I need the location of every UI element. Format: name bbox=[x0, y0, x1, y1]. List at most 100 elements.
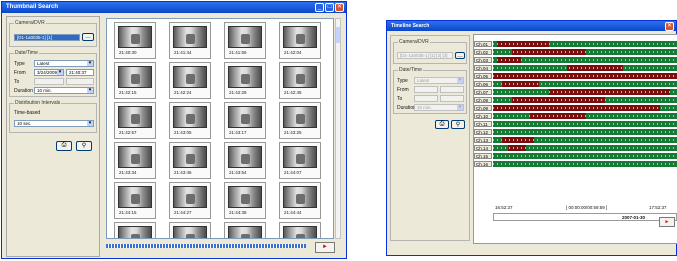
thumbnail-item[interactable] bbox=[224, 222, 266, 238]
scrollbar-thumb[interactable] bbox=[336, 27, 340, 43]
channel-recording-bar[interactable] bbox=[493, 137, 677, 143]
thumbnail-item[interactable]: 21:42:24 bbox=[169, 62, 211, 99]
to-label-2: To bbox=[397, 96, 403, 102]
thumbnail-item[interactable]: 21:44:38 bbox=[224, 182, 266, 219]
thumbnail-item[interactable]: 21:43:17 bbox=[224, 102, 266, 139]
thumbnail-item[interactable] bbox=[279, 222, 321, 238]
channel-recording-bar[interactable] bbox=[493, 97, 677, 103]
thumbnail-item[interactable]: 21:43:25 bbox=[279, 102, 321, 139]
interval-select[interactable]: 10 sec. bbox=[14, 120, 94, 127]
thumbnail-item[interactable]: 21:41:55 bbox=[224, 22, 266, 59]
to-date-2[interactable] bbox=[414, 95, 438, 102]
thumbnail-image bbox=[228, 226, 262, 238]
channel-row[interactable]: Ch.14 bbox=[474, 145, 677, 152]
channel-recording-bar[interactable] bbox=[493, 161, 677, 167]
thumbnail-item[interactable]: 21:41:44 bbox=[169, 22, 211, 59]
motion-markers bbox=[493, 83, 677, 85]
thumbnail-timestamp: 21:42:28 bbox=[229, 90, 247, 95]
from-date-2[interactable] bbox=[414, 86, 438, 93]
duration-select-2[interactable]: 10 min. bbox=[414, 104, 464, 111]
channel-recording-bar[interactable] bbox=[493, 49, 677, 55]
thumbnail-item[interactable]: 21:40:30 bbox=[114, 22, 156, 59]
channel-recording-bar[interactable] bbox=[493, 121, 677, 127]
channel-recording-bar[interactable] bbox=[493, 41, 677, 47]
export-button[interactable]: ⎙ bbox=[56, 141, 72, 151]
channel-row[interactable]: Ch.12 bbox=[474, 129, 677, 136]
maximize-button[interactable]: □ bbox=[325, 3, 334, 12]
thumbnail-item[interactable]: 21:43:54 bbox=[224, 142, 266, 179]
thumbnail-image bbox=[283, 66, 317, 88]
thumbnail-item[interactable]: 21:42:57 bbox=[114, 102, 156, 139]
motion-markers bbox=[493, 59, 677, 61]
channel-row[interactable]: Ch.06 bbox=[474, 81, 677, 88]
thumbnail-item[interactable]: 21:44:15 bbox=[114, 182, 156, 219]
minimize-button[interactable]: _ bbox=[315, 3, 324, 12]
channel-row[interactable]: Ch.11 bbox=[474, 121, 677, 128]
thumbnail-item[interactable]: 21:43:46 bbox=[169, 142, 211, 179]
thumbnail-image bbox=[118, 26, 152, 48]
thumbnail-item[interactable] bbox=[114, 222, 156, 238]
channel-recording-bar[interactable] bbox=[493, 145, 677, 151]
channel-row[interactable]: Ch.07 bbox=[474, 89, 677, 96]
thumbnail-scrollbar[interactable] bbox=[335, 18, 341, 239]
channel-row[interactable]: Ch.03 bbox=[474, 57, 677, 64]
channel-row[interactable]: Ch.10 bbox=[474, 113, 677, 120]
play-button[interactable]: ► bbox=[315, 242, 335, 253]
thumbnail-item[interactable]: 21:44:07 bbox=[279, 142, 321, 179]
type-select[interactable]: Latest bbox=[34, 60, 94, 67]
to-time-2[interactable] bbox=[440, 95, 464, 102]
channel-recording-bar[interactable] bbox=[493, 73, 677, 79]
channel-row[interactable]: Ch.02 bbox=[474, 49, 677, 56]
channel-label: Ch.15 bbox=[474, 153, 492, 159]
duration-select[interactable]: 10 min. bbox=[34, 87, 94, 94]
channel-row[interactable]: Ch.08 bbox=[474, 97, 677, 104]
thumbnail-item[interactable]: 21:42:28 bbox=[224, 62, 266, 99]
channel-recording-bar[interactable] bbox=[493, 105, 677, 111]
channel-recording-bar[interactable] bbox=[493, 153, 677, 159]
thumbnail-image bbox=[118, 146, 152, 168]
channel-row[interactable]: Ch.15 bbox=[474, 153, 677, 160]
channel-row[interactable]: Ch.01 bbox=[474, 41, 677, 48]
channel-label: Ch.05 bbox=[474, 73, 492, 79]
thumbnail-item[interactable] bbox=[169, 222, 211, 238]
channel-recording-bar[interactable] bbox=[493, 65, 677, 71]
channel-row[interactable]: Ch.13 bbox=[474, 137, 677, 144]
channel-row[interactable]: Ch.04 bbox=[474, 65, 677, 72]
thumbnail-item[interactable]: 21:43:05 bbox=[169, 102, 211, 139]
close-button-2[interactable]: ✕ bbox=[665, 22, 674, 31]
camera-browse-button-2[interactable]: … bbox=[455, 52, 465, 59]
type-select-2[interactable]: Latest bbox=[414, 77, 464, 84]
thumbnail-item[interactable]: 21:42:04 bbox=[279, 22, 321, 59]
thumbnail-item[interactable]: 21:42:45 bbox=[279, 62, 321, 99]
from-time[interactable]: 21:40:37 bbox=[66, 69, 94, 76]
thumbnail-item[interactable]: 21:44:27 bbox=[169, 182, 211, 219]
camera-select[interactable]: [D1-1a0035-1] [1] bbox=[14, 34, 80, 41]
channel-recording-bar[interactable] bbox=[493, 129, 677, 135]
channel-row[interactable]: Ch.05 bbox=[474, 73, 677, 80]
timeline-slider[interactable] bbox=[493, 213, 677, 221]
camera-select-2[interactable]: [D1-1a0035-1] [1] [2] [3] bbox=[397, 52, 453, 59]
thumbnail-image bbox=[283, 226, 317, 238]
channel-row[interactable]: Ch.16 bbox=[474, 161, 677, 168]
close-button[interactable]: ✕ bbox=[335, 3, 344, 12]
datetime-group-label: Date/Time bbox=[14, 50, 39, 56]
from-time-2[interactable] bbox=[440, 86, 464, 93]
channel-recording-bar[interactable] bbox=[493, 89, 677, 95]
thumbnail-item[interactable]: 21:43:34 bbox=[114, 142, 156, 179]
channel-recording-bar[interactable] bbox=[493, 81, 677, 87]
play-button-2[interactable]: ► bbox=[659, 217, 675, 227]
thumbnail-image bbox=[173, 186, 207, 208]
from-date[interactable]: 3/24/2009 bbox=[34, 69, 64, 76]
thumbnail-item[interactable]: 21:42:15 bbox=[114, 62, 156, 99]
search-button-2[interactable]: ⚲ bbox=[451, 120, 465, 129]
export-button-2[interactable]: ⎙ bbox=[435, 120, 449, 129]
channel-recording-bar[interactable] bbox=[493, 113, 677, 119]
motion-markers bbox=[493, 51, 677, 53]
channel-recording-bar[interactable] bbox=[493, 57, 677, 63]
thumbnail-item[interactable]: 21:44:44 bbox=[279, 182, 321, 219]
search-button[interactable]: ⚲ bbox=[76, 141, 92, 151]
channel-label: Ch.04 bbox=[474, 65, 492, 71]
channel-row[interactable]: Ch.09 bbox=[474, 105, 677, 112]
thumbnail-image bbox=[283, 146, 317, 168]
camera-browse-button[interactable]: … bbox=[82, 33, 94, 41]
